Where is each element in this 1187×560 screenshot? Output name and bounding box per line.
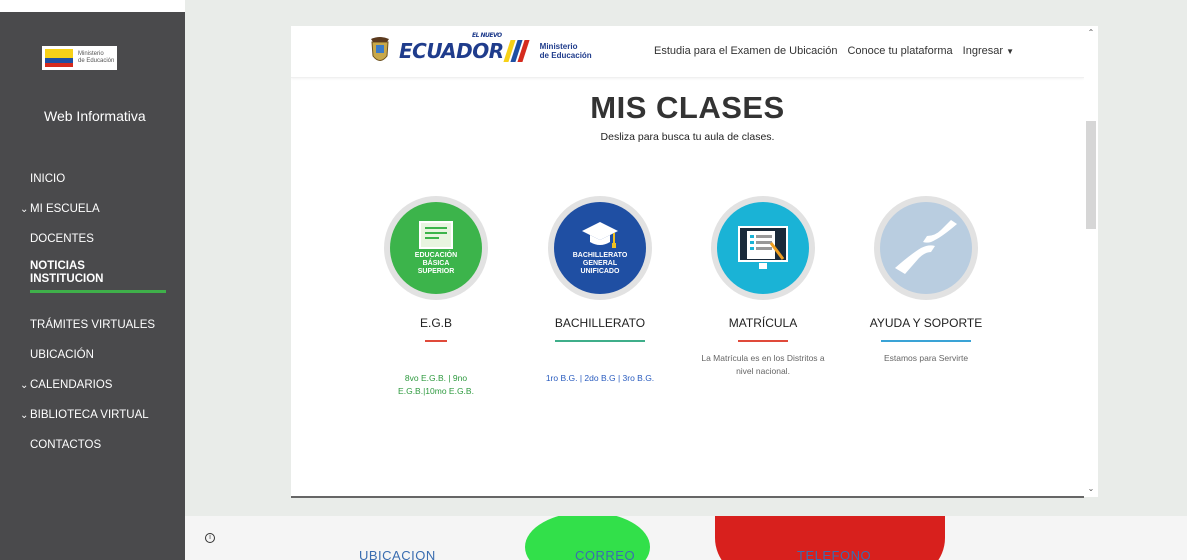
sidebar-item-contactos[interactable]: CONTACTOS [30,436,166,466]
class-circle-label: EDUCACIÓN BÁSICA SUPERIOR [414,252,458,275]
class-title: E.G.B [419,316,452,330]
sidebar-item-label: BIBLIOTECA VIRTUAL [30,409,149,421]
link-plataforma[interactable]: Conoce tu plataforma [847,45,952,57]
chevron-down-icon: ⌄ [20,204,29,215]
info-icon[interactable]: i [205,533,215,543]
sidebar-item-docentes[interactable]: DOCENTES [30,230,166,260]
class-circle[interactable]: BACHILLERATO GENERAL UNIFICADO [548,196,652,300]
class-card-ayuda[interactable]: AYUDA Y SOPORTE Estamos para Servirte [851,196,1001,365]
certificate-icon [419,221,453,249]
sidebar-item-ubicacion[interactable]: UBICACIÓN [30,346,166,376]
logo-text: Ministerio de Educación [78,51,114,65]
title-underline [555,340,645,342]
title-underline [881,340,971,342]
scroll-down-icon[interactable]: ⌄ [1084,484,1098,493]
class-circle-inner: BACHILLERATO GENERAL UNIFICADO [554,202,646,294]
title-underline [425,340,447,342]
brand-word-text: ECUADOR [399,39,504,63]
brand-small: EL NUEVO [472,32,502,39]
sidebar-item-calendarios[interactable]: ⌄ CALENDARIOS [20,376,166,406]
sidebar-item-label: CALENDARIOS [30,379,113,391]
class-circle-inner [717,202,809,294]
flag-icon [45,49,73,67]
sidebar-item-tramites[interactable]: TRÁMITES VIRTUALES [30,316,166,346]
helping-hands-icon [895,220,957,274]
ingresar-label: Ingresar [962,45,1004,57]
monitor-form-icon [738,226,788,269]
scrollbar-thumb[interactable] [1086,121,1096,229]
link-examen[interactable]: Estudia para el Examen de Ubicación [654,45,837,57]
chevron-down-icon: ⌄ [20,380,29,391]
class-links[interactable]: 8vo E.G.B. | 9no E.G.B.|10mo E.G.B. [361,372,511,398]
logo-text-line1: Ministerio [78,51,104,57]
sidebar-item-mi-escuela[interactable]: ⌄ MI ESCUELA [20,200,166,230]
sidebar-item-inicio[interactable]: INICIO [30,170,166,200]
class-title: BACHILLERATO [554,316,646,330]
class-card-egb[interactable]: EDUCACIÓN BÁSICA SUPERIOR E.G.B 8vo E.G.… [361,196,511,398]
ministerio-label: Ministerio de Educación [540,42,592,60]
sidebar-top-strip [0,0,185,12]
flag-stripes-icon [503,40,530,62]
brand-word: EL NUEVO ECUADOR [399,32,504,63]
class-circle[interactable] [711,196,815,300]
class-circle[interactable] [874,196,978,300]
graduation-cap-icon [582,222,618,248]
class-circle-label: BACHILLERATO GENERAL UNIFICADO [572,252,628,275]
class-circle-inner [880,202,972,294]
top-nav: Estudia para el Examen de Ubicación Cono… [654,45,1014,57]
class-title: AYUDA Y SOPORTE [869,316,983,330]
active-indicator [30,290,166,293]
divider [291,496,1084,498]
footer-contact-strip: UBICACION CORREO TELEFONO [185,516,1187,560]
scroll-up-icon[interactable]: ⌃ [1084,28,1098,37]
class-card-bachillerato[interactable]: BACHILLERATO GENERAL UNIFICADO BACHILLER… [525,196,675,385]
ubicacion-label[interactable]: UBICACION [359,548,436,560]
sidebar-item-label: NOTICIAS INSTITUCION [30,260,104,285]
ministry-logo[interactable]: Ministerio de Educación [42,46,117,70]
class-circle[interactable]: EDUCACIÓN BÁSICA SUPERIOR [384,196,488,300]
class-links[interactable]: 1ro B.G. | 2do B.G | 3ro B.G. [525,372,675,385]
page-title: MIS CLASES [590,90,785,125]
class-desc: Estamos para Servirte [883,353,969,363]
class-card-matricula[interactable]: MATRÍCULA La Matrícula es en los Distrit… [688,196,838,378]
title-underline [738,340,788,342]
brand-logo[interactable]: EL NUEVO ECUADOR Ministerio de Educación [369,32,592,66]
logo-text-line2: de Educación [78,58,115,64]
class-circle-inner: EDUCACIÓN BÁSICA SUPERIOR [390,202,482,294]
sidebar-nav: INICIO ⌄ MI ESCUELA DOCENTES NOTICIAS INS… [20,170,166,466]
coat-of-arms-icon [371,37,389,61]
page-subtitle: Desliza para busca tu aula de clases. [600,131,775,143]
sidebar-item-label: MI ESCUELA [30,203,100,215]
correo-label[interactable]: CORREO [575,548,635,560]
class-title: MATRÍCULA [728,316,798,330]
class-desc: La Matrícula es en los Distritos a nivel… [701,353,825,376]
ministerio-line2: de Educación [539,51,592,60]
embedded-page: EL NUEVO ECUADOR Ministerio de Educación … [291,26,1084,497]
sidebar: Ministerio de Educación Web Informativa … [0,0,185,560]
telefono-label[interactable]: TELEFONO [797,548,871,560]
header: EL NUEVO ECUADOR Ministerio de Educación … [291,26,1084,78]
link-ingresar[interactable]: Ingresar ▼ [963,45,1014,57]
sidebar-item-biblioteca[interactable]: ⌄ BIBLIOTECA VIRTUAL [20,406,166,436]
chevron-down-icon: ⌄ [20,410,29,421]
sidebar-item-noticias[interactable]: NOTICIAS INSTITUCION [30,260,166,316]
scrollbar[interactable]: ⌃ ⌄ [1084,26,1098,497]
dropdown-caret-icon: ▼ [1006,47,1014,56]
site-title[interactable]: Web Informativa [44,108,146,124]
ministerio-line1: Ministerio [539,42,578,51]
